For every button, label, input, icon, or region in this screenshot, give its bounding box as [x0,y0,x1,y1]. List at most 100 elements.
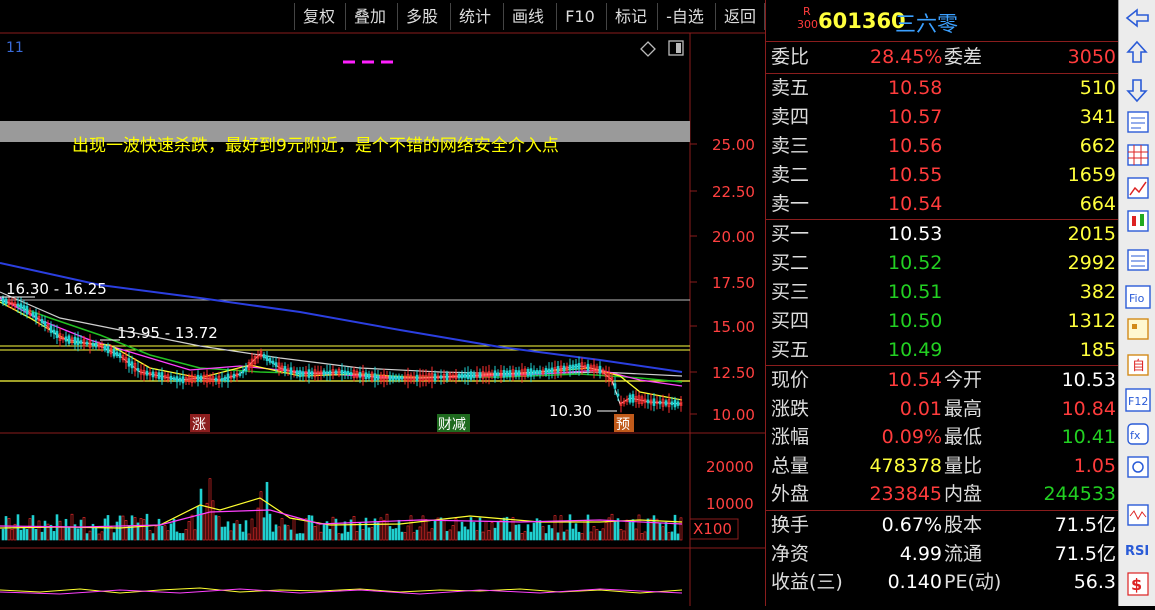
dollar-icon[interactable]: $ [1127,572,1149,596]
candle-body [538,370,542,375]
candle-body [526,368,530,377]
candle-body [25,305,29,315]
volume-bar [346,531,350,541]
volume-bar [109,526,113,541]
arrow-up-icon[interactable] [1126,40,1148,63]
buy-row: 买五 10.49 185 [766,336,1119,365]
marker-caijian: 财减 [438,417,466,433]
candle-body [508,370,512,377]
candle-body [532,370,536,375]
volume-bar [274,524,278,541]
volume-bar [676,533,680,541]
candle-body [328,370,332,375]
candle-body [274,362,278,367]
volume-bar [256,507,260,541]
notes-icon[interactable] [1127,111,1149,133]
volume-bar [556,532,560,541]
stats2-row: 换手 0.67% 股本 71.5亿 [766,511,1119,540]
stats-row: 现价 10.54 今开 10.53 [766,366,1119,395]
candle-body [514,370,518,377]
candle-body [52,329,56,334]
arrow-left-icon[interactable] [1125,8,1149,28]
volume-bar [301,533,305,541]
stat2-value-1: 0.140 [887,571,942,593]
candle-body [262,354,266,359]
wave-icon[interactable] [1127,504,1149,526]
buy-row: 买二 10.52 2992 [766,249,1119,278]
kline-chart-panel[interactable]: 复权 叠加 多股 统计 画线 F10 标记 -自选 返回 11 出现一波快速杀跌… [0,0,765,606]
volume-bar [550,528,554,541]
candle-body [73,336,77,345]
candle-body [535,370,539,375]
stock-name: 三六零 [895,12,958,36]
candle-body [232,373,236,379]
volume-axis-tick: 20000 [706,458,754,476]
range-label-1: 16.30 - 16.25 [6,280,107,298]
volume-bar [217,516,221,541]
candle-body [118,353,122,358]
svg-text:自: 自 [1132,359,1145,374]
candle-body [94,342,98,348]
sell-label: 卖三 [771,135,810,157]
volume-bar [7,518,11,541]
buy-label: 买四 [771,310,810,332]
candle-body [172,377,176,380]
candle-body [628,394,632,403]
volume-bar [100,531,104,541]
grid-icon[interactable] [1127,144,1149,166]
volume-bar [367,527,371,541]
volume-bar [436,517,440,541]
sell-volume: 1659 [1067,164,1116,186]
volume-bar [571,528,575,541]
arrow-down-icon[interactable] [1126,79,1148,103]
stat2-label-2: 流通 [944,542,983,565]
line-chart-icon[interactable] [1127,177,1149,199]
candle-body [307,369,311,378]
svg-text:Fio: Fio [1129,292,1145,305]
stock-code: 601360 [818,9,906,33]
candle-body [664,400,668,406]
price-axis: 25.00 22.50 20.00 17.50 15.00 12.50 10.00 [690,136,755,424]
volume-bar [541,526,545,541]
volume-bar [664,522,668,541]
candle-body [457,373,461,379]
formula-icon[interactable]: fx [1127,423,1149,445]
candle-body [529,368,533,377]
list-icon[interactable] [1127,249,1149,271]
candle-icon[interactable] [1127,210,1149,232]
volume-bar [604,522,608,541]
candle-body [568,364,572,371]
divider [766,41,1119,42]
self-select-icon[interactable]: 自 [1127,354,1149,376]
circle-icon[interactable] [1127,456,1149,478]
fio-icon[interactable]: Fio [1125,285,1151,309]
candle-body [199,375,203,381]
candle-body [550,367,554,374]
buy-volume: 1312 [1067,310,1116,332]
buy-volume: 382 [1079,281,1116,303]
stats-row: 总量 478378 量比 1.05 [766,452,1119,481]
stats-row: 外盘 233845 内盘 244533 [766,480,1119,509]
candle-body [466,372,470,379]
volume-bar [322,523,326,541]
volume-bar [337,533,341,541]
chart-tile-icon[interactable] [1127,318,1149,340]
price-axis-tick: 22.50 [712,183,755,201]
candle-body [79,340,83,344]
price-axis-tick: 10.00 [712,406,755,424]
candle-body [43,321,47,327]
volume-bar [364,517,368,541]
volume-bar [238,523,242,541]
volume-bar [637,514,641,541]
stat2-value-2: 56.3 [1073,571,1116,593]
sell-volume: 510 [1079,77,1116,99]
f12-icon[interactable]: F12 [1125,388,1151,412]
volume-bar [589,531,593,541]
rsi-icon[interactable]: RSI [1125,544,1149,559]
candle-body [325,371,329,375]
volume-bar [487,530,491,541]
volume-bar [661,526,665,541]
chart-canvas: 11 出现一波快速杀跌，最好到9元附近，是个不错的网络安全介入点 25.00 22… [0,32,765,606]
volume-bar [187,521,191,541]
candle-body [505,370,509,377]
